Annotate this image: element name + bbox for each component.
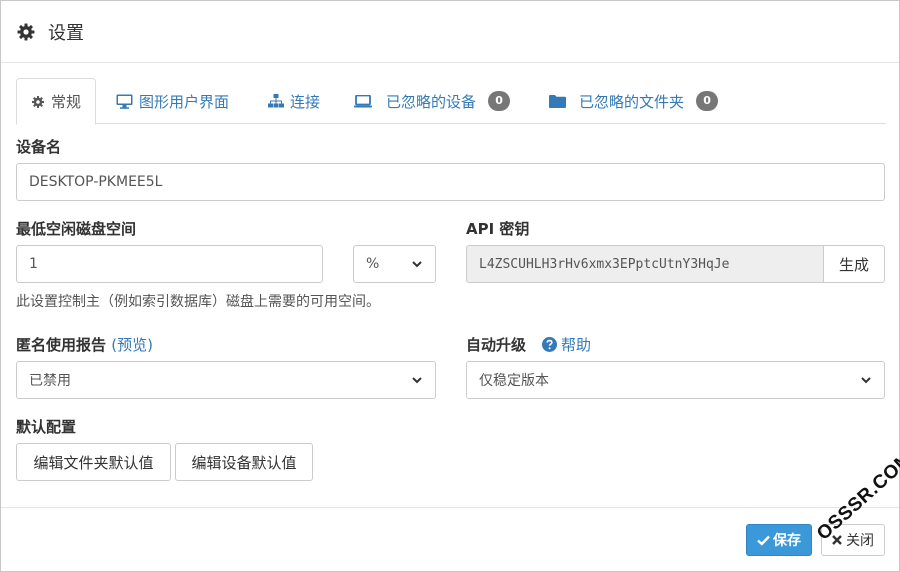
tab-general[interactable]: 常规 bbox=[16, 78, 97, 125]
desktop-icon bbox=[116, 94, 133, 109]
generate-button-label: 生成 bbox=[838, 255, 869, 274]
usage-report-label-text: 匿名使用报告 bbox=[16, 336, 107, 354]
generate-api-key-button[interactable]: 生成 bbox=[823, 245, 885, 283]
settings-dialog: 设置 常规 图形用户界面 连接 已忽略的设备 0 已忽略的文件夹 0 设备名 D… bbox=[0, 0, 900, 572]
sitemap-icon bbox=[268, 94, 284, 108]
chevron-down-icon bbox=[861, 377, 871, 384]
min-disk-help-text: 此设置控制主（例如索引数据库）磁盘上需要的可用空间。 bbox=[16, 294, 380, 310]
tab-connections[interactable]: 连接 bbox=[268, 78, 320, 124]
tab-label: 已忽略的设备 bbox=[386, 92, 477, 111]
chevron-down-icon bbox=[412, 261, 422, 268]
dialog-footer-divider bbox=[1, 507, 899, 508]
settings-tabs: 常规 图形用户界面 连接 已忽略的设备 0 已忽略的文件夹 0 bbox=[16, 78, 886, 125]
question-circle-icon bbox=[542, 337, 558, 352]
auto-upgrade-value: 仅稳定版本 bbox=[479, 373, 549, 389]
min-disk-label: 最低空闲磁盘空间 bbox=[16, 220, 137, 238]
gear-icon bbox=[16, 22, 36, 42]
api-key-value: L4ZSCUHLH3rHv6xmx3EPptcUtnY3HqJe bbox=[479, 256, 730, 272]
save-button[interactable]: 保存 bbox=[746, 524, 812, 556]
tab-label: 图形用户界面 bbox=[139, 92, 230, 111]
usage-report-preview-link[interactable]: 预览 bbox=[117, 336, 147, 354]
min-disk-unit-value: % bbox=[366, 256, 380, 272]
tab-label: 已忽略的文件夹 bbox=[579, 92, 685, 111]
dialog-header: 设置 bbox=[1, 1, 899, 63]
folder-icon bbox=[549, 95, 566, 108]
device-name-label: 设备名 bbox=[16, 138, 62, 156]
default-config-label: 默认配置 bbox=[16, 418, 77, 436]
min-disk-value: 1 bbox=[29, 256, 38, 272]
auto-upgrade-select[interactable]: 仅稳定版本 bbox=[466, 361, 885, 399]
ignored-folders-count-badge: 0 bbox=[696, 91, 719, 111]
usage-report-preview-parens: (预览) bbox=[111, 336, 153, 354]
edit-device-defaults-label: 编辑设备默认值 bbox=[191, 453, 297, 472]
chevron-down-icon bbox=[412, 377, 422, 384]
usage-report-value: 已禁用 bbox=[29, 373, 71, 389]
help-link-text: 帮助 bbox=[561, 336, 592, 354]
tab-ignored-devices[interactable]: 已忽略的设备 0 bbox=[354, 78, 511, 124]
api-key-label: API 密钥 bbox=[466, 220, 530, 238]
usage-report-select[interactable]: 已禁用 bbox=[16, 361, 436, 399]
device-name-input[interactable]: DESKTOP-PKMEE5L bbox=[16, 163, 885, 201]
min-disk-value-input[interactable]: 1 bbox=[16, 245, 323, 283]
ignored-devices-count-badge: 0 bbox=[488, 91, 511, 111]
api-key-field[interactable]: L4ZSCUHLH3rHv6xmx3EPptcUtnY3HqJe bbox=[466, 245, 824, 283]
dialog-title: 设置 bbox=[48, 22, 84, 44]
gear-icon bbox=[32, 95, 44, 108]
device-name-value: DESKTOP-PKMEE5L bbox=[29, 174, 163, 190]
edit-folder-defaults-label: 编辑文件夹默认值 bbox=[33, 453, 154, 472]
tab-label: 连接 bbox=[290, 92, 321, 111]
auto-upgrade-help-link[interactable]: 帮助 bbox=[542, 334, 591, 355]
usage-report-paren-close: ) bbox=[147, 336, 153, 354]
min-disk-unit-select[interactable]: % bbox=[353, 245, 436, 283]
edit-device-defaults-button[interactable]: 编辑设备默认值 bbox=[175, 443, 313, 481]
auto-upgrade-label: 自动升级 帮助 bbox=[466, 334, 591, 355]
usage-report-label: 匿名使用报告 (预览) bbox=[16, 334, 153, 355]
edit-folder-defaults-button[interactable]: 编辑文件夹默认值 bbox=[16, 443, 171, 481]
check-icon bbox=[757, 535, 770, 546]
auto-upgrade-label-text: 自动升级 bbox=[466, 336, 527, 354]
tab-label: 常规 bbox=[51, 93, 82, 111]
save-button-label: 保存 bbox=[773, 533, 801, 549]
laptop-icon bbox=[354, 94, 372, 107]
tab-gui[interactable]: 图形用户界面 bbox=[116, 78, 229, 124]
tab-ignored-folders[interactable]: 已忽略的文件夹 0 bbox=[549, 78, 719, 124]
close-button-label: 关闭 bbox=[846, 533, 874, 549]
